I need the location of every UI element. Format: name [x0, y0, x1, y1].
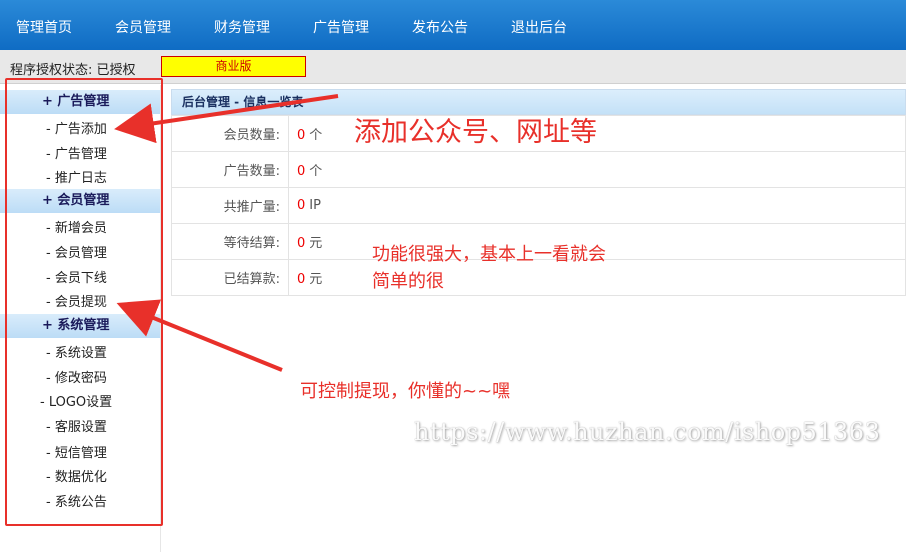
- sidebar-item-logo-settings[interactable]: - LOGO设置: [40, 391, 112, 410]
- stat-value-cell: 0 IP: [288, 187, 906, 224]
- sidebar-item-promo-log[interactable]: - 推广日志: [46, 167, 107, 186]
- license-status: 程序授权状态: 已授权: [10, 63, 136, 78]
- annotation-powerful: 功能很强大，基本上一看就会 简单的很: [372, 241, 606, 295]
- stat-unit: 元: [309, 272, 323, 287]
- sidebar-item-system-settings[interactable]: - 系统设置: [46, 342, 107, 361]
- sidebar-item-member-manage[interactable]: - 会员管理: [46, 242, 107, 261]
- stat-value: 0: [297, 198, 306, 213]
- stat-label: 会员数量:: [171, 115, 289, 152]
- nav-ads[interactable]: 广告管理: [313, 17, 369, 37]
- stat-label: 已结算款:: [171, 259, 289, 296]
- stat-value: 0: [297, 164, 306, 179]
- sidebar-item-member-downline[interactable]: - 会员下线: [46, 267, 107, 286]
- watermark-url: https://www.huzhan.com/ishop51363: [414, 418, 881, 446]
- annotation-add-accounts: 添加公众号、网址等: [354, 117, 597, 148]
- stat-unit: 元: [309, 236, 323, 251]
- sidebar-item-add-ad[interactable]: - 广告添加: [46, 118, 107, 137]
- stat-value: 0: [297, 128, 306, 143]
- annotation-powerful-line1: 功能很强大，基本上一看就会: [372, 244, 606, 265]
- table-row: 共推广量: 0 IP: [171, 187, 906, 224]
- top-nav: 管理首页 会员管理 财务管理 广告管理 发布公告 退出后台: [0, 0, 906, 50]
- sidebar-group-members[interactable]: + 会员管理: [0, 189, 160, 213]
- stat-label: 共推广量:: [171, 187, 289, 224]
- sidebar-item-change-password[interactable]: - 修改密码: [46, 367, 107, 386]
- sidebar-group-system[interactable]: + 系统管理: [0, 314, 160, 338]
- status-bar: 程序授权状态: 已授权 商业版: [0, 50, 906, 84]
- sidebar-item-sms[interactable]: - 短信管理: [46, 442, 107, 461]
- stat-value: 0: [297, 236, 306, 251]
- stat-label: 广告数量:: [171, 151, 289, 188]
- stat-unit: 个: [309, 128, 323, 143]
- sidebar-group-ads[interactable]: + 广告管理: [0, 90, 160, 114]
- edition-badge: 商业版: [161, 56, 306, 77]
- annotation-withdraw-control: 可控制提现，你懂的~~嘿: [300, 381, 511, 402]
- nav-home[interactable]: 管理首页: [16, 17, 72, 37]
- annotation-powerful-line2: 简单的很: [372, 271, 444, 292]
- stat-label: 等待结算:: [171, 223, 289, 260]
- nav-members[interactable]: 会员管理: [115, 17, 171, 37]
- stat-value-cell: 0个: [288, 151, 906, 188]
- table-row: 广告数量: 0个: [171, 151, 906, 188]
- stat-unit: 个: [309, 164, 323, 179]
- nav-announce[interactable]: 发布公告: [412, 17, 468, 37]
- sidebar-item-data-optimize[interactable]: - 数据优化: [46, 466, 107, 485]
- sidebar-item-new-member[interactable]: - 新增会员: [46, 217, 107, 236]
- stat-unit: IP: [309, 198, 321, 213]
- sidebar-item-withdraw[interactable]: - 会员提现: [46, 291, 107, 310]
- nav-finance[interactable]: 财务管理: [214, 17, 270, 37]
- sidebar-item-system-notice[interactable]: - 系统公告: [46, 491, 107, 510]
- stat-value: 0: [297, 272, 306, 287]
- sidebar-item-ad-manage[interactable]: - 广告管理: [46, 143, 107, 162]
- nav-logout[interactable]: 退出后台: [511, 17, 567, 37]
- sidebar-item-service-settings[interactable]: - 客服设置: [46, 416, 107, 435]
- sidebar: + 广告管理 - 广告添加 - 广告管理 - 推广日志 + 会员管理 - 新增会…: [0, 85, 161, 552]
